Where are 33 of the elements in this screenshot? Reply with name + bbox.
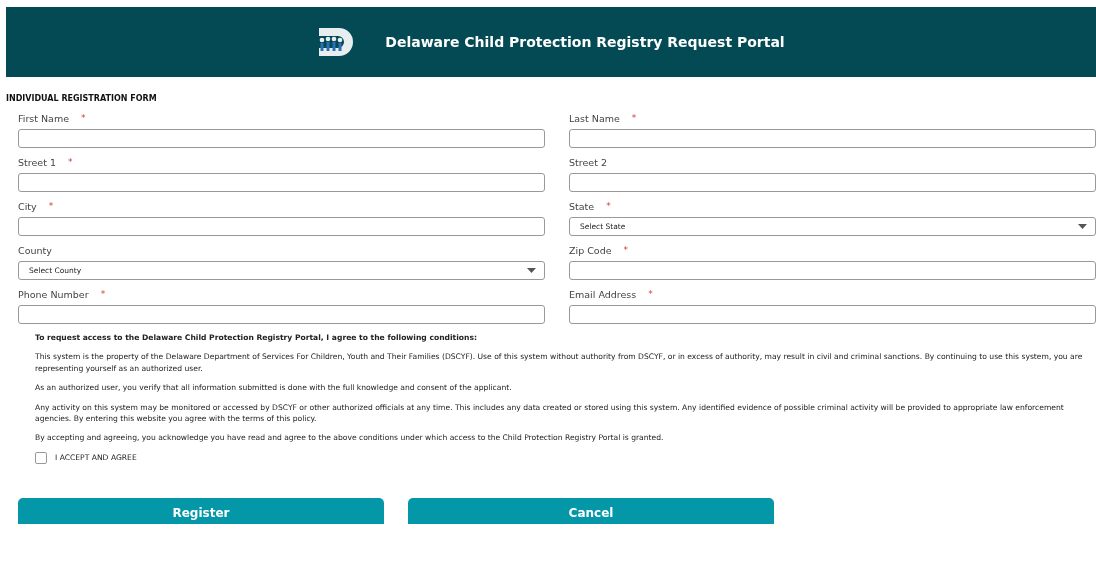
- required-mark: *: [100, 288, 106, 301]
- field-label: City: [18, 200, 37, 214]
- input-field[interactable]: [18, 173, 545, 192]
- caret-icon: [1078, 224, 1087, 229]
- input-field[interactable]: [569, 129, 1096, 148]
- required-mark: *: [48, 200, 54, 213]
- field-label: Zip Code: [569, 244, 612, 258]
- required-mark: *: [648, 288, 653, 301]
- required-mark: *: [606, 200, 611, 213]
- input-field[interactable]: [569, 305, 1096, 324]
- register-button[interactable]: Register: [18, 497, 384, 524]
- field-label: Email Address: [569, 288, 637, 302]
- form-title: INDIVIDUAL REGISTRATION FORM: [6, 93, 158, 105]
- caret-icon: [527, 268, 536, 273]
- required-mark: *: [631, 112, 637, 125]
- field-label: Street 2: [569, 156, 607, 170]
- input-field[interactable]: [18, 129, 545, 148]
- field-label: First Name: [18, 112, 70, 126]
- checkbox[interactable]: [35, 451, 47, 464]
- cancel-button[interactable]: Cancel: [408, 497, 774, 524]
- field-label: Phone Number: [18, 288, 89, 302]
- field-label: State: [569, 200, 595, 214]
- field-label: County: [18, 244, 52, 258]
- input-field[interactable]: [569, 173, 1096, 192]
- input-field[interactable]: [569, 261, 1096, 280]
- field-label: Last Name: [569, 112, 620, 126]
- required-mark: *: [67, 156, 73, 169]
- required-mark: *: [81, 112, 86, 125]
- portal-title: Delaware Child Protection Registry Request Portal: [385, 32, 785, 52]
- input-field[interactable]: [18, 217, 545, 236]
- required-mark: *: [623, 244, 629, 257]
- input-field[interactable]: [18, 305, 545, 324]
- field-label: Street 1: [18, 156, 56, 170]
